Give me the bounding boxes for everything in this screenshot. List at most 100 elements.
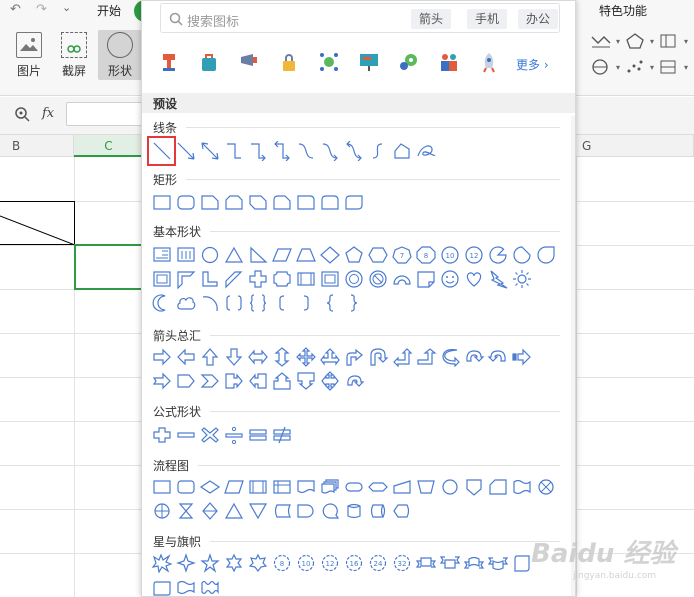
left-right-up-arrow-shape[interactable] [319,347,341,367]
right-arrow-callout-shape[interactable] [223,371,245,391]
explosion-shape[interactable] [151,553,173,573]
heart-shape[interactable] [463,269,485,289]
chart-icon[interactable]: ▾ [658,32,688,52]
up-arrow-shape[interactable] [199,347,221,367]
column-header-c[interactable]: C [74,135,144,157]
snip-round-rectangle-shape[interactable] [271,193,293,213]
star-10-point-shape[interactable]: 10 [295,553,317,573]
right-arrow-shape[interactable] [151,347,173,367]
down-arrow-shape[interactable] [223,347,245,367]
folded-corner-shape[interactable] [415,269,437,289]
elbow-connector-shape[interactable] [223,141,245,161]
undo-icon[interactable]: ↶ [10,2,21,17]
flowchart-internal-storage-shape[interactable] [271,477,293,497]
flowchart-offpage-connector-shape[interactable] [463,477,485,497]
not-equal-shape[interactable] [271,425,293,445]
left-up-arrow-shape[interactable] [391,347,413,367]
left-right-arrow-shape[interactable] [247,347,269,367]
circular-arrow-2-shape[interactable] [343,371,365,391]
lock-icon[interactable] [278,51,300,73]
bent-up-arrow-shape[interactable] [415,347,437,367]
rectangle-shape[interactable] [151,193,173,213]
flowchart-summing-junction-shape[interactable] [535,477,557,497]
textbox-shape[interactable] [151,245,173,265]
moon-shape[interactable] [151,293,173,313]
minus-shape[interactable] [175,425,197,445]
no-symbol-shape[interactable] [367,269,389,289]
notched-right-arrow-shape[interactable] [151,371,173,391]
star-4-point-shape[interactable] [175,553,197,573]
line-style-icon[interactable]: ▾ [590,32,620,52]
bag-icon[interactable] [198,51,220,73]
elbow-double-arrow-connector-shape[interactable] [271,141,293,161]
smiley-face-shape[interactable] [439,269,461,289]
chip-arrow[interactable]: 箭头 [411,9,452,29]
round-one-corner-rectangle-shape[interactable] [295,193,317,213]
flowchart-sort-shape[interactable] [199,501,221,521]
column-header-b[interactable]: B [0,135,74,157]
flowchart-multidocument-shape[interactable] [319,477,341,497]
quad-arrow-callout-shape[interactable] [319,371,341,391]
chevron-shape[interactable] [199,371,221,391]
cross-shape[interactable] [247,269,269,289]
equal-shape[interactable] [247,425,269,445]
scatter-icon[interactable]: ▾ [624,58,654,78]
flowchart-connector-shape[interactable] [439,477,461,497]
plaque-shape[interactable] [271,269,293,289]
heptagon-shape[interactable]: 7 [391,245,413,265]
striped-right-arrow-shape[interactable] [511,347,533,367]
curved-connector-shape[interactable] [295,141,317,161]
double-wave-shape[interactable] [199,577,221,597]
pie-shape[interactable] [487,245,509,265]
rocket-icon[interactable] [478,51,500,73]
horizontal-scroll-shape[interactable] [151,577,173,597]
snip-corner-rectangle-shape[interactable] [199,193,221,213]
arc-shape[interactable] [199,293,221,313]
sun-shape[interactable] [511,269,533,289]
selected-cell[interactable] [74,244,144,290]
frame-shape[interactable] [151,269,173,289]
flowchart-punched-tape-shape[interactable] [511,477,533,497]
announce-icon[interactable] [238,51,260,73]
star-16-point-shape[interactable]: 16 [343,553,365,573]
donut-shape[interactable] [343,269,365,289]
right-brace-shape[interactable] [343,293,365,313]
flowchart-direct-access-shape[interactable] [367,501,389,521]
drawn-rectangle[interactable] [0,201,75,246]
circular-arrow-shape[interactable] [463,347,485,367]
flowchart-data-shape[interactable] [223,477,245,497]
multiply-shape[interactable] [199,425,221,445]
scribble-shape[interactable] [415,141,437,161]
star-8-point-shape[interactable]: 8 [271,553,293,573]
flowchart-terminator-shape[interactable] [343,477,365,497]
flowchart-collate-shape[interactable] [175,501,197,521]
bent-arrow-shape[interactable] [343,347,365,367]
block-arc-shape[interactable] [391,269,413,289]
flowchart-stored-data-shape[interactable] [271,501,293,521]
star-32-point-shape[interactable]: 32 [391,553,413,573]
flowchart-extract-shape[interactable] [223,501,245,521]
tab-start[interactable]: 开始 [97,2,121,19]
chip-phone[interactable]: 手机 [467,9,508,29]
flowchart-card-shape[interactable] [487,477,509,497]
quad-arrow-shape[interactable] [295,347,317,367]
up-down-arrow-shape[interactable] [271,347,293,367]
flowchart-merge-shape[interactable] [247,501,269,521]
curved-down-ribbon-shape[interactable] [487,553,509,573]
down-arrow-callout-shape[interactable] [295,371,317,391]
curved-right-arrow-shape[interactable] [439,347,461,367]
curved-arrow-connector-shape[interactable] [319,141,341,161]
network-icon[interactable] [318,51,340,73]
more-icons-link[interactable]: 更多 › [516,56,549,73]
shape-button[interactable]: 形状 [98,30,142,80]
table-chart-icon[interactable]: ▾ [658,58,688,78]
pentagon-shape[interactable] [343,245,365,265]
chip-office[interactable]: 办公 [518,9,559,29]
left-arrow-shape[interactable] [175,347,197,367]
flowchart-or-shape[interactable] [151,501,173,521]
u-turn-arrow-shape[interactable] [367,347,389,367]
wave-shape[interactable] [175,577,197,597]
teardrop-shape[interactable] [511,245,533,265]
flowchart-manual-operation-shape[interactable] [415,477,437,497]
star-7-point-shape[interactable] [247,553,269,573]
